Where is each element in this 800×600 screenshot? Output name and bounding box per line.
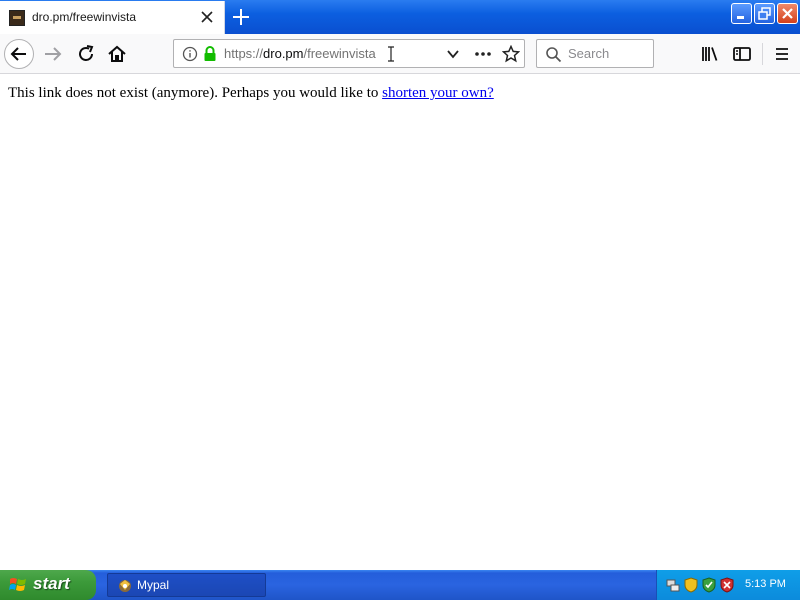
forward-button[interactable] [38, 39, 68, 69]
start-button[interactable]: start [0, 570, 96, 600]
alert-shield-icon[interactable] [719, 577, 735, 593]
site-favicon-icon [9, 10, 25, 26]
page-content: This link does not exist (anymore). Perh… [8, 85, 494, 102]
home-button[interactable] [102, 39, 132, 69]
restore-button[interactable] [754, 3, 775, 24]
update-icon[interactable] [701, 577, 717, 593]
new-tab-icon[interactable] [230, 6, 252, 28]
library-button[interactable] [695, 39, 725, 69]
back-button[interactable] [4, 39, 34, 69]
page-actions-icon[interactable] [474, 47, 492, 61]
tab-title: dro.pm/freewinvista [32, 10, 137, 24]
info-icon[interactable] [182, 46, 198, 62]
security-shield-icon[interactable] [683, 577, 699, 593]
close-window-button[interactable] [777, 3, 798, 24]
hamburger-menu-icon [776, 48, 788, 60]
tab-strip: dro.pm/freewinvista [0, 0, 800, 34]
text-cursor-icon [388, 46, 394, 62]
message-text: This link does not exist (anymore). Perh… [8, 85, 383, 101]
url-bar[interactable]: https://dro.pm/freewinvista [173, 39, 525, 68]
url-text[interactable]: https://dro.pm/freewinvista [224, 46, 376, 61]
shorten-link[interactable]: shorten your own? [382, 85, 494, 101]
home-icon [108, 45, 126, 62]
system-tray: 5:13 PM [656, 570, 800, 600]
navigation-toolbar: https://dro.pm/freewinvista Search [0, 34, 800, 74]
minimize-icon [737, 16, 744, 19]
taskbar-item-label: Mypal [137, 578, 170, 592]
toolbar-separator [762, 43, 763, 65]
network-icon[interactable] [665, 577, 681, 593]
sidebar-icon [733, 47, 751, 61]
search-input[interactable]: Search [536, 39, 654, 68]
taskbar: start Mypal 5:13 PM [0, 570, 800, 600]
windows-logo-icon [9, 578, 26, 591]
sidebar-button[interactable] [727, 39, 757, 69]
taskbar-item-mypal[interactable]: Mypal [107, 573, 266, 597]
restore-icon [758, 7, 771, 20]
bookmark-star-icon[interactable] [502, 45, 520, 63]
close-icon [782, 8, 793, 19]
lock-icon[interactable] [202, 45, 218, 62]
mypal-app-icon [119, 580, 131, 592]
reload-icon [79, 45, 94, 61]
menu-button[interactable] [767, 39, 797, 69]
search-placeholder: Search [568, 46, 610, 61]
clock: 5:13 PM [745, 578, 786, 590]
library-icon [702, 47, 718, 61]
start-label: start [33, 574, 70, 593]
tab-active[interactable]: dro.pm/freewinvista [0, 1, 225, 34]
minimize-button[interactable] [731, 3, 752, 24]
back-arrow-icon [10, 47, 26, 61]
forward-arrow-icon [45, 47, 62, 61]
search-icon [546, 47, 562, 63]
tab-close-icon[interactable] [199, 9, 215, 25]
chevron-down-icon[interactable] [446, 47, 460, 61]
reload-button[interactable] [71, 39, 101, 69]
